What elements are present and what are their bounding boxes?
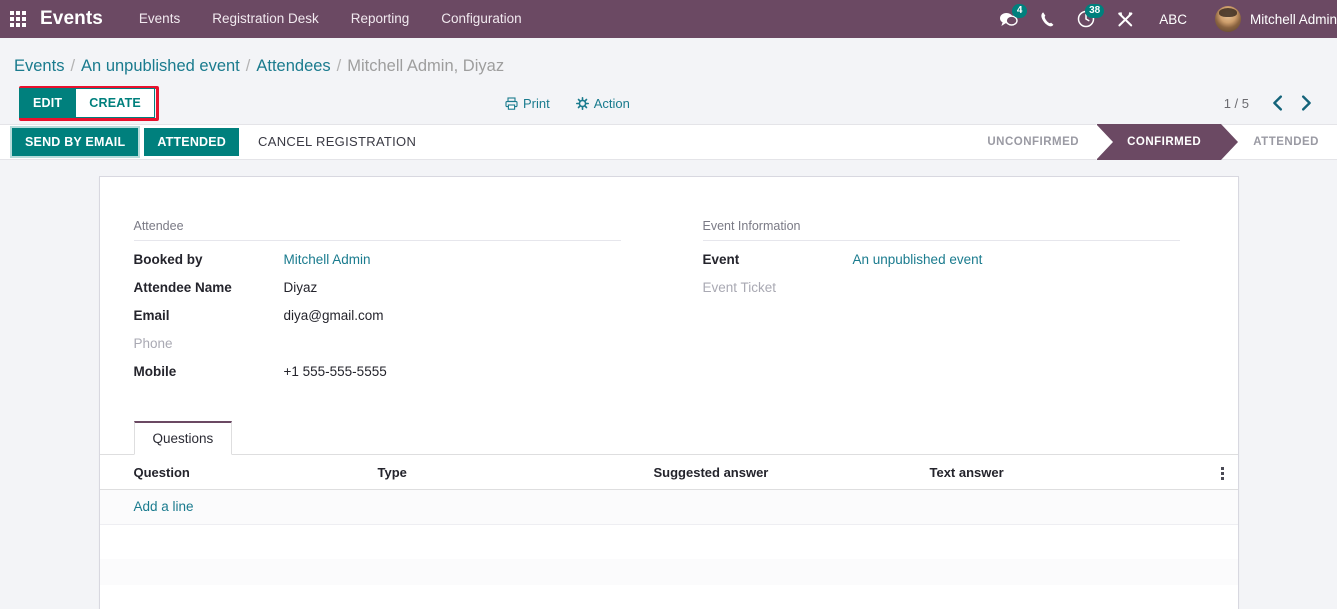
- attendee-group: Attendee Booked by Mitchell Admin Attend…: [133, 219, 669, 387]
- action-label: Action: [593, 95, 630, 111]
- column-header-text-answer[interactable]: Text answer: [921, 455, 1208, 491]
- action-button[interactable]: Action: [575, 95, 630, 111]
- field-value-attendee-name[interactable]: Diyaz: [284, 280, 318, 295]
- field-event: Event An unpublished event: [703, 247, 1180, 275]
- field-label-phone: Phone: [133, 336, 173, 351]
- column-header-question[interactable]: Question: [99, 455, 370, 491]
- stage-pipeline: UNCONFIRMED CONFIRMED ATTENDED: [961, 124, 1337, 160]
- notebook: Questions Question Type Suggested answer…: [99, 421, 1238, 609]
- notebook-tabs: Questions: [99, 421, 1238, 455]
- form-view-background: Attendee Booked by Mitchell Admin Attend…: [0, 160, 1337, 609]
- language-selector[interactable]: ABC: [1145, 12, 1201, 27]
- print-button[interactable]: Print: [505, 96, 550, 111]
- field-label-event-ticket: Event Ticket: [702, 280, 777, 295]
- breadcrumb-item-events[interactable]: Events: [14, 57, 64, 76]
- record-buttons: EDIT CREATE: [19, 87, 155, 119]
- table-filler-row: [99, 584, 1238, 609]
- apps-grid-icon[interactable]: [0, 0, 36, 38]
- attendee-group-title: Attendee: [133, 219, 621, 241]
- field-value-event[interactable]: An unpublished event: [853, 252, 983, 267]
- breadcrumb-item-event[interactable]: An unpublished event: [81, 57, 240, 76]
- create-button[interactable]: CREATE: [75, 87, 155, 119]
- breadcrumb-item-current: Mitchell Admin, Diyaz: [347, 56, 505, 75]
- questions-table-body: Add a line: [99, 489, 1238, 609]
- edit-button[interactable]: EDIT: [19, 87, 76, 119]
- app-brand-events[interactable]: Events: [36, 8, 109, 30]
- stage-unconfirmed[interactable]: UNCONFIRMED: [961, 124, 1097, 160]
- table-filler-row: [99, 524, 1238, 559]
- pager-next-button[interactable]: [1292, 95, 1321, 111]
- pager-previous-button[interactable]: [1263, 95, 1292, 111]
- stage-attended[interactable]: ATTENDED: [1221, 124, 1337, 160]
- field-label-email: Email: [133, 308, 170, 323]
- breadcrumb-separator: /: [336, 56, 342, 75]
- add-a-line-button[interactable]: Add a line: [134, 499, 194, 514]
- table-header-row: Question Type Suggested answer Text answ…: [99, 455, 1238, 491]
- add-a-line-row: Add a line: [99, 489, 1238, 526]
- field-attendee-name: Attendee Name Diyaz: [134, 275, 621, 303]
- questions-table: Question Type Suggested answer Text answ…: [99, 455, 1238, 609]
- control-panel-actions: Print Action: [505, 96, 656, 111]
- field-label-event: Event: [702, 252, 740, 267]
- messaging-badge: 4: [1012, 4, 1028, 18]
- form-statusbar: SEND BY EMAIL ATTENDED CANCEL REGISTRATI…: [0, 124, 1337, 160]
- event-information-group-title: Event Information: [702, 219, 1180, 241]
- cancel-registration-button[interactable]: CANCEL REGISTRATION: [245, 127, 429, 157]
- user-name-label: Mitchell Admin: [1249, 11, 1337, 27]
- field-label-attendee-name: Attendee Name: [133, 280, 232, 295]
- navbar-menu: Events Registration Desk Reporting Confi…: [123, 0, 538, 38]
- field-label-booked-by: Booked by: [133, 252, 203, 267]
- pager: 1 / 5: [1224, 95, 1323, 111]
- add-a-line-cell: Add a line: [99, 489, 1238, 526]
- breadcrumb: Events / An unpublished event / Attendee…: [0, 50, 1337, 82]
- activities-clock-icon[interactable]: 38: [1066, 0, 1106, 38]
- questions-table-head: Question Type Suggested answer Text answ…: [99, 455, 1238, 491]
- field-label-mobile: Mobile: [133, 364, 177, 379]
- avatar: [1214, 6, 1241, 32]
- messaging-icon[interactable]: 4: [988, 0, 1029, 38]
- field-event-ticket: Event Ticket: [703, 275, 1180, 303]
- menu-item-events[interactable]: Events: [123, 0, 196, 38]
- field-phone: Phone: [134, 331, 621, 359]
- send-by-email-button[interactable]: SEND BY EMAIL: [12, 127, 139, 157]
- field-booked-by: Booked by Mitchell Admin: [134, 247, 621, 275]
- user-menu[interactable]: Mitchell Admin: [1201, 0, 1337, 38]
- activities-badge: 38: [1085, 4, 1105, 18]
- edit-create-highlight-group: EDIT CREATE: [14, 83, 160, 123]
- menu-item-registration-desk[interactable]: Registration Desk: [196, 0, 335, 38]
- chevron-left-icon: [1273, 95, 1282, 111]
- top-navbar: Events Events Registration Desk Reportin…: [0, 0, 1337, 38]
- debug-tools-icon[interactable]: [1106, 0, 1145, 38]
- tab-questions[interactable]: Questions: [133, 421, 233, 455]
- pager-count: 1 / 5: [1223, 95, 1249, 111]
- breadcrumb-item-attendees[interactable]: Attendees: [256, 57, 330, 76]
- table-stripe-row: [99, 558, 1238, 585]
- form-groups: Attendee Booked by Mitchell Admin Attend…: [133, 219, 1204, 387]
- breadcrumb-separator: /: [70, 56, 76, 75]
- phone-icon[interactable]: [1029, 0, 1066, 38]
- field-mobile: Mobile +1 555-555-5555: [134, 359, 621, 387]
- options-dots-icon[interactable]: [1220, 467, 1224, 481]
- attended-button[interactable]: ATTENDED: [144, 127, 240, 157]
- gear-icon: [575, 96, 589, 110]
- column-header-suggested-answer[interactable]: Suggested answer: [645, 455, 922, 491]
- control-panel: EDIT CREATE Print Action 1 / 5: [0, 82, 1337, 124]
- print-label: Print: [522, 95, 550, 111]
- menu-item-reporting[interactable]: Reporting: [335, 0, 426, 38]
- form-sheet: Attendee Booked by Mitchell Admin Attend…: [98, 176, 1239, 609]
- menu-item-configuration[interactable]: Configuration: [425, 0, 537, 38]
- event-information-group: Event Information Event An unpublished e…: [669, 219, 1204, 387]
- field-value-email[interactable]: diya@gmail.com: [284, 308, 384, 323]
- field-value-mobile[interactable]: +1 555-555-5555: [284, 364, 387, 379]
- chevron-right-icon: [1302, 95, 1311, 111]
- field-value-booked-by[interactable]: Mitchell Admin: [284, 252, 371, 267]
- navbar-systray: 4 38 ABC Mitchell Admin: [988, 0, 1337, 38]
- printer-icon: [505, 96, 518, 110]
- breadcrumb-separator: /: [245, 56, 251, 75]
- field-email: Email diya@gmail.com: [134, 303, 621, 331]
- stage-confirmed[interactable]: CONFIRMED: [1096, 124, 1239, 160]
- column-header-type[interactable]: Type: [369, 455, 646, 491]
- column-options-header: [1207, 455, 1238, 491]
